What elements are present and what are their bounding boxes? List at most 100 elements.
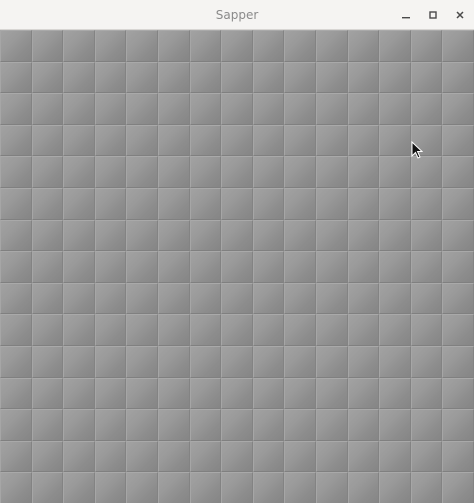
minefield-cell[interactable] bbox=[0, 219, 32, 252]
minefield-cell[interactable] bbox=[221, 30, 253, 62]
minefield-cell[interactable] bbox=[157, 377, 190, 410]
minefield-cell[interactable] bbox=[221, 345, 253, 378]
minefield-cell[interactable] bbox=[0, 314, 32, 346]
minefield-cell[interactable] bbox=[31, 61, 64, 94]
minefield-cell[interactable] bbox=[63, 124, 95, 157]
minefield-cell[interactable] bbox=[252, 30, 285, 62]
minefield-cell[interactable] bbox=[379, 472, 411, 503]
minefield-cell[interactable] bbox=[315, 30, 348, 62]
minefield-cell[interactable] bbox=[410, 187, 443, 220]
maximize-button[interactable] bbox=[423, 5, 443, 25]
minefield-cell[interactable] bbox=[379, 93, 411, 125]
minefield-cell[interactable] bbox=[379, 440, 411, 473]
minefield-cell[interactable] bbox=[442, 219, 474, 252]
minefield-cell[interactable] bbox=[31, 314, 64, 346]
minefield-cell[interactable] bbox=[252, 472, 285, 503]
minefield-cell[interactable] bbox=[221, 472, 253, 503]
minefield-cell[interactable] bbox=[0, 61, 32, 94]
minefield-cell[interactable] bbox=[126, 124, 158, 157]
minefield-cell[interactable] bbox=[252, 409, 285, 441]
minefield-cell[interactable] bbox=[189, 219, 222, 252]
minefield-cell[interactable] bbox=[0, 472, 32, 503]
minefield-cell[interactable] bbox=[157, 251, 190, 283]
minefield-cell[interactable] bbox=[284, 345, 316, 378]
minefield-cell[interactable] bbox=[126, 219, 158, 252]
minefield-cell[interactable] bbox=[410, 314, 443, 346]
minefield-cell[interactable] bbox=[315, 282, 348, 315]
minefield-cell[interactable] bbox=[252, 124, 285, 157]
minefield-cell[interactable] bbox=[315, 187, 348, 220]
minefield-cell[interactable] bbox=[410, 409, 443, 441]
close-button[interactable] bbox=[450, 5, 470, 25]
minefield-cell[interactable] bbox=[63, 409, 95, 441]
minefield-cell[interactable] bbox=[189, 156, 222, 188]
minefield-cell[interactable] bbox=[410, 124, 443, 157]
minefield-cell[interactable] bbox=[63, 30, 95, 62]
minefield-cell[interactable] bbox=[442, 93, 474, 125]
minefield-cell[interactable] bbox=[442, 472, 474, 503]
minefield-cell[interactable] bbox=[126, 314, 158, 346]
minefield-cell[interactable] bbox=[379, 345, 411, 378]
minefield-cell[interactable] bbox=[189, 93, 222, 125]
minefield-cell[interactable] bbox=[31, 124, 64, 157]
minefield-cell[interactable] bbox=[126, 409, 158, 441]
minefield-cell[interactable] bbox=[442, 409, 474, 441]
minefield-cell[interactable] bbox=[31, 219, 64, 252]
minefield-cell[interactable] bbox=[284, 30, 316, 62]
minefield-cell[interactable] bbox=[252, 187, 285, 220]
minefield-cell[interactable] bbox=[221, 377, 253, 410]
minefield-cell[interactable] bbox=[315, 124, 348, 157]
minefield-cell[interactable] bbox=[94, 61, 127, 94]
minefield-cell[interactable] bbox=[31, 251, 64, 283]
minefield-cell[interactable] bbox=[379, 124, 411, 157]
minefield-cell[interactable] bbox=[63, 472, 95, 503]
minefield-cell[interactable] bbox=[284, 156, 316, 188]
minefield-cell[interactable] bbox=[94, 187, 127, 220]
minefield-cell[interactable] bbox=[284, 472, 316, 503]
minefield-cell[interactable] bbox=[0, 377, 32, 410]
minefield-cell[interactable] bbox=[410, 472, 443, 503]
minefield-cell[interactable] bbox=[0, 251, 32, 283]
minefield-cell[interactable] bbox=[189, 345, 222, 378]
minefield-cell[interactable] bbox=[410, 282, 443, 315]
minefield-cell[interactable] bbox=[315, 345, 348, 378]
minefield-cell[interactable] bbox=[284, 219, 316, 252]
minefield-cell[interactable] bbox=[126, 187, 158, 220]
minefield-cell[interactable] bbox=[442, 156, 474, 188]
minefield-cell[interactable] bbox=[347, 377, 380, 410]
minefield-cell[interactable] bbox=[410, 156, 443, 188]
minefield-cell[interactable] bbox=[0, 93, 32, 125]
minefield-cell[interactable] bbox=[126, 282, 158, 315]
minefield-cell[interactable] bbox=[379, 187, 411, 220]
minefield-cell[interactable] bbox=[442, 124, 474, 157]
minefield-cell[interactable] bbox=[379, 282, 411, 315]
minefield-cell[interactable] bbox=[442, 440, 474, 473]
minefield-cell[interactable] bbox=[0, 282, 32, 315]
minefield-cell[interactable] bbox=[410, 251, 443, 283]
minefield-cell[interactable] bbox=[157, 440, 190, 473]
minefield-cell[interactable] bbox=[379, 61, 411, 94]
minefield-cell[interactable] bbox=[284, 251, 316, 283]
minefield-cell[interactable] bbox=[31, 440, 64, 473]
minefield-cell[interactable] bbox=[379, 314, 411, 346]
minefield-cell[interactable] bbox=[31, 345, 64, 378]
minefield-cell[interactable] bbox=[442, 377, 474, 410]
minimize-button[interactable] bbox=[396, 5, 416, 25]
minefield-cell[interactable] bbox=[63, 440, 95, 473]
minefield-cell[interactable] bbox=[0, 440, 32, 473]
minefield-cell[interactable] bbox=[347, 219, 380, 252]
minefield-cell[interactable] bbox=[0, 124, 32, 157]
minefield-cell[interactable] bbox=[31, 472, 64, 503]
minefield-cell[interactable] bbox=[31, 93, 64, 125]
minefield-cell[interactable] bbox=[94, 156, 127, 188]
minefield-cell[interactable] bbox=[252, 156, 285, 188]
minefield-cell[interactable] bbox=[410, 93, 443, 125]
minefield-cell[interactable] bbox=[221, 251, 253, 283]
minefield-cell[interactable] bbox=[252, 377, 285, 410]
minefield-cell[interactable] bbox=[126, 61, 158, 94]
minefield-cell[interactable] bbox=[157, 409, 190, 441]
minefield-cell[interactable] bbox=[315, 472, 348, 503]
minefield-cell[interactable] bbox=[347, 93, 380, 125]
minefield-cell[interactable] bbox=[315, 61, 348, 94]
minefield-cell[interactable] bbox=[63, 219, 95, 252]
